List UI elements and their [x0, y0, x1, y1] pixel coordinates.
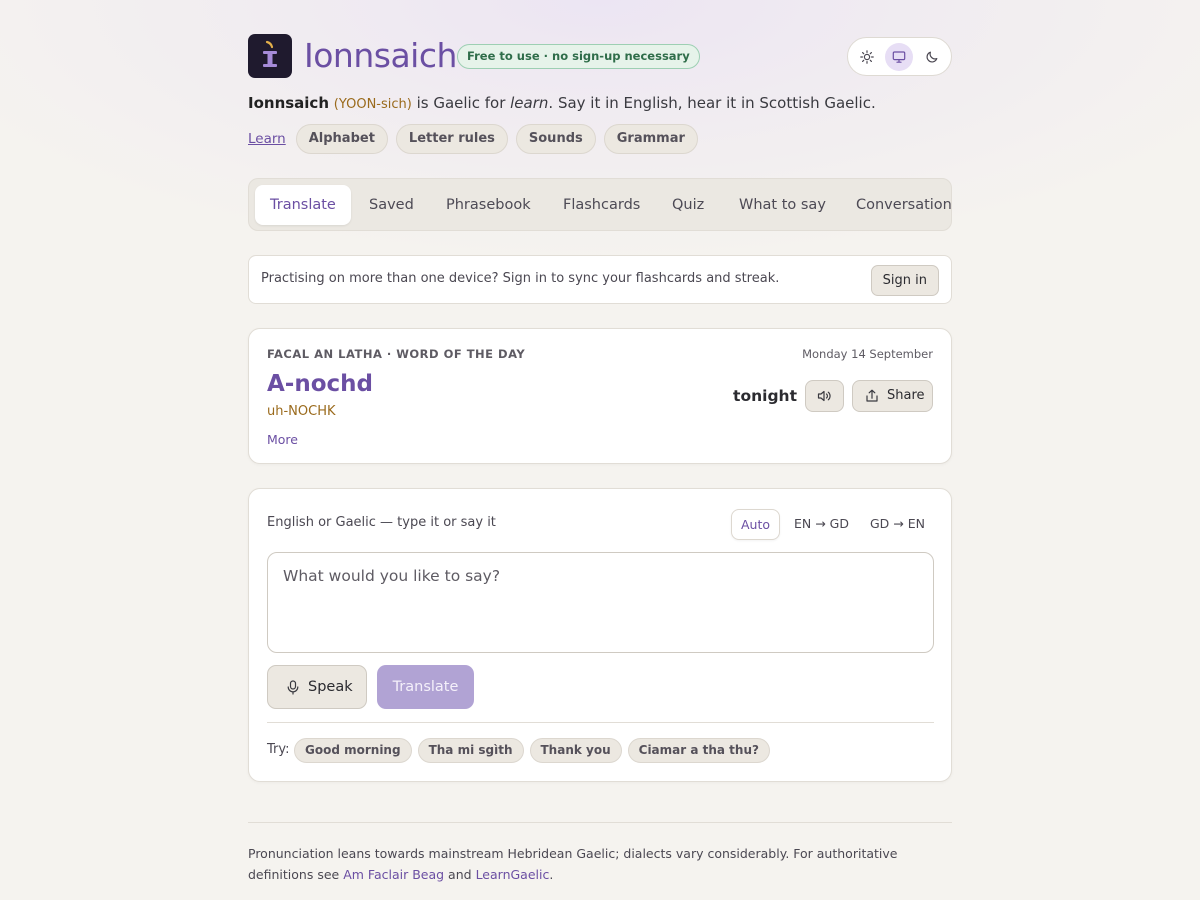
microphone-icon	[287, 680, 299, 695]
translator-card: English or Gaelic — type it or say it Au…	[248, 488, 952, 782]
footer-and: and	[448, 867, 472, 882]
chip-alphabet[interactable]: Alphabet	[295, 124, 388, 154]
intro-part1: is Gaelic for	[411, 94, 511, 112]
monitor-icon	[892, 51, 906, 63]
wotd-pronunciation: uh-NOCHK	[267, 404, 336, 419]
word-of-the-day-card: FACAL AN LATHA · WORD OF THE DAY Monday …	[248, 328, 952, 464]
free-badge: Free to use · no sign-up necessary	[457, 44, 700, 69]
speak-label: Speak	[308, 679, 353, 695]
system-theme-button[interactable]	[885, 43, 913, 71]
chip-grammar[interactable]: Grammar	[603, 124, 698, 154]
suggestion-list: Good morning Tha mi sgìth Thank you Ciam…	[294, 738, 776, 763]
intro-part2: . Say it in English, hear it in Scottish…	[548, 94, 876, 112]
intro-word: Ionnsaich	[248, 94, 330, 112]
brand-title: Ionnsaich	[304, 36, 457, 75]
translate-input[interactable]	[267, 552, 934, 653]
sign-in-button[interactable]: Sign in	[870, 265, 939, 296]
share-button[interactable]: Share	[852, 380, 933, 412]
suggestion-chip[interactable]: Thank you	[529, 738, 622, 763]
translate-button[interactable]: Translate	[377, 665, 474, 709]
play-audio-button[interactable]	[805, 380, 844, 412]
learngaelic-link[interactable]: LearnGaelic	[476, 867, 550, 882]
tab-translate[interactable]: Translate	[255, 185, 351, 225]
intro-emphasis: learn	[510, 94, 549, 112]
tab-conversation[interactable]: Conversation	[856, 185, 951, 225]
light-theme-button[interactable]	[853, 43, 881, 71]
speak-button[interactable]: Speak	[267, 665, 367, 709]
direction-gd-en[interactable]: GD → EN	[870, 509, 925, 540]
wotd-more-link[interactable]: More	[267, 432, 298, 447]
footer-end: .	[549, 867, 554, 882]
suggestion-chip[interactable]: Tha mi sgìth	[417, 738, 524, 763]
divider	[267, 722, 934, 723]
direction-en-gd[interactable]: EN → GD	[794, 509, 849, 540]
translator-hint: English or Gaelic — type it or say it	[267, 515, 496, 530]
learn-nav: Learn Alphabet Letter rules Sounds Gramm…	[248, 124, 706, 154]
intro-pronunciation: (YOON-sich)	[333, 97, 412, 112]
suggestion-chip[interactable]: Good morning	[294, 738, 412, 763]
sync-message: Practising on more than one device? Sign…	[261, 271, 780, 286]
sync-banner: Practising on more than one device? Sign…	[248, 255, 952, 304]
site-header: Ionnsaich Free to use · no sign-up neces…	[248, 34, 952, 78]
try-label: Try:	[267, 742, 290, 757]
tab-phrasebook[interactable]: Phrasebook	[446, 185, 531, 225]
faclair-link[interactable]: Am Faclair Beag	[343, 867, 444, 882]
tab-flashcards[interactable]: Flashcards	[563, 185, 640, 225]
chip-sounds[interactable]: Sounds	[515, 124, 596, 154]
main-tabs: Translate Saved Phrasebook Flashcards Qu…	[248, 178, 952, 231]
intro-text: Ionnsaich (YOON-sich) is Gaelic for lear…	[248, 93, 876, 115]
wotd-label: FACAL AN LATHA · WORD OF THE DAY	[267, 347, 526, 361]
footer: Pronunciation leans towards mainstream H…	[248, 843, 952, 885]
footer-divider	[248, 822, 952, 823]
logo-icon	[248, 34, 292, 78]
sun-icon	[860, 50, 874, 64]
suggestion-chip[interactable]: Ciamar a tha thu?	[627, 738, 770, 763]
dark-theme-button[interactable]	[918, 43, 946, 71]
speaker-icon	[817, 390, 831, 402]
tab-quiz[interactable]: Quiz	[672, 185, 704, 225]
chip-letter-rules[interactable]: Letter rules	[395, 124, 508, 154]
learn-link[interactable]: Learn	[248, 131, 286, 147]
wotd-date: Monday 14 September	[802, 347, 933, 361]
wotd-english: tonight	[733, 387, 797, 405]
moon-icon	[926, 51, 938, 63]
share-icon	[866, 389, 878, 402]
theme-toggle	[847, 37, 952, 76]
share-label: Share	[887, 388, 925, 403]
direction-auto[interactable]: Auto	[731, 509, 781, 540]
wotd-word: A-nochd	[267, 371, 373, 397]
tab-saved[interactable]: Saved	[369, 185, 414, 225]
tab-what-to-say[interactable]: What to say	[739, 185, 826, 225]
